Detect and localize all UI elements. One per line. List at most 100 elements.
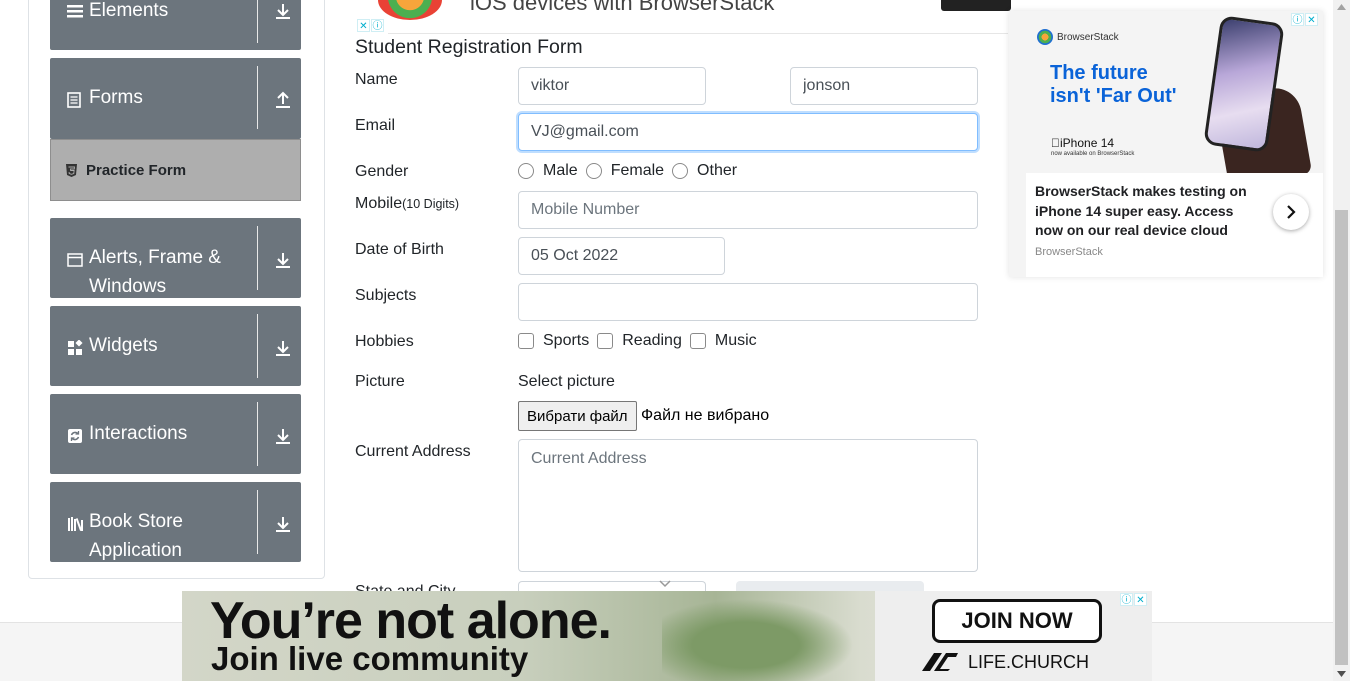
gender-label: Gender — [355, 163, 409, 180]
join-now-button[interactable]: JOIN NOW — [932, 599, 1102, 643]
top-ad-text[interactable]: iOS devices with BrowserStack — [470, 0, 774, 16]
sidebar-group-alerts-frame-windows[interactable]: Alerts, Frame & Windows — [50, 218, 301, 298]
hobbies-checkbox-group: Sports Reading Music — [518, 332, 765, 350]
ad-brand: BrowserStack — [1035, 246, 1103, 258]
mobile-input[interactable] — [518, 191, 978, 229]
lifechurch-logo-mark — [922, 653, 958, 671]
file-status-text: Файл не вибрано — [641, 407, 770, 424]
upload-arrow-icon — [274, 91, 292, 109]
dob-label: Date of Birth — [355, 241, 444, 258]
scrollbar-thumb[interactable] — [1335, 210, 1348, 665]
download-arrow-icon — [274, 251, 292, 269]
download-arrow-icon — [274, 427, 292, 445]
sidebar-group-book-store[interactable]: Book Store Application — [50, 482, 301, 562]
plant-image — [662, 591, 872, 681]
last-name-input[interactable] — [790, 67, 978, 105]
iphone-14-logo: iPhone 14 — [1051, 136, 1114, 150]
document-icon — [67, 92, 83, 108]
sidebar-group-widgets[interactable]: Widgets — [50, 306, 301, 386]
sidebar-group-title: Forms — [89, 87, 143, 108]
gender-radio-group: Male Female Other — [518, 162, 745, 180]
browserstack-logo — [378, 0, 442, 20]
radio-label: Female — [610, 162, 665, 179]
download-arrow-icon — [274, 515, 292, 533]
subjects-label: Subjects — [355, 287, 417, 304]
close-icon[interactable]: ✕ — [1305, 13, 1318, 26]
scroll-up-arrow-icon[interactable] — [1337, 4, 1346, 10]
download-arrow-icon — [274, 2, 292, 20]
ad-subline: Join live community — [211, 640, 529, 677]
product-subtext: now available on BrowserStack — [1051, 151, 1135, 157]
ad-body-text: BrowserStack makes testing on iPhone 14 … — [1035, 183, 1247, 238]
browserstack-logo: BrowserStack — [1037, 29, 1119, 45]
lifechurch-logo: LIFE.CHURCH — [920, 651, 1089, 673]
sidebar-item-label: Practice Form — [86, 161, 187, 179]
scroll-down-arrow-icon[interactable] — [1337, 671, 1346, 677]
top-ad-cta-button[interactable] — [941, 0, 1011, 11]
right-ad[interactable]: BrowserStack The future isn't 'Far Out' … — [1009, 11, 1323, 277]
ad-brand-logo-text: BrowserStack — [1057, 31, 1119, 43]
first-name-input[interactable] — [518, 67, 706, 105]
radio-circle[interactable] — [585, 163, 602, 179]
email-input[interactable] — [518, 113, 978, 151]
ad-headline-line2: isn't 'Far Out' — [1050, 85, 1177, 107]
product-name: iPhone 14 — [1051, 136, 1114, 150]
mobile-label-text: Mobile — [355, 195, 403, 212]
divider — [257, 402, 258, 466]
info-icon[interactable]: ⓘ — [1291, 13, 1304, 26]
sidebar-group-title-line2: Windows — [89, 276, 167, 297]
books-icon — [67, 516, 83, 532]
divider — [257, 66, 258, 129]
gender-radio-female[interactable]: Female — [585, 162, 665, 180]
page-title: Student Registration Form — [355, 36, 583, 58]
ad-headline-line1: The future — [1050, 62, 1148, 84]
current-address-textarea[interactable] — [518, 439, 978, 572]
info-icon[interactable]: ⓘ — [1120, 593, 1133, 606]
ad-headline: The future isn't 'Far Out' — [1050, 62, 1210, 108]
state-city-label: State and City — [355, 583, 456, 591]
gender-radio-male[interactable]: Male — [518, 162, 578, 180]
sidebar-group-forms[interactable]: Forms — [50, 58, 301, 139]
sync-icon — [67, 428, 83, 444]
date-of-birth-input[interactable] — [518, 237, 725, 275]
name-label: Name — [355, 71, 398, 88]
divider — [388, 33, 1008, 34]
radio-circle[interactable] — [518, 163, 534, 179]
right-ad-adchoices[interactable]: ⓘ ✕ — [1291, 13, 1318, 26]
hobby-checkbox-sports[interactable]: Sports — [518, 332, 589, 350]
checkbox-box[interactable] — [689, 333, 706, 349]
chevron-down-icon — [659, 580, 671, 588]
checkbox-box[interactable] — [597, 333, 614, 349]
close-icon[interactable]: ✕ — [357, 19, 370, 32]
divider — [257, 314, 258, 378]
sidebar-group-title-line2: Application — [89, 540, 182, 561]
choose-file-button[interactable]: Вибрати файл — [518, 401, 637, 431]
vertical-scrollbar[interactable] — [1333, 0, 1350, 681]
checkbox-box[interactable] — [518, 333, 534, 349]
radio-circle[interactable] — [672, 163, 689, 179]
info-icon[interactable]: ⓘ — [371, 19, 384, 32]
sidebar-group-title: Widgets — [89, 335, 158, 356]
sidebar-group-interactions[interactable]: Interactions — [50, 394, 301, 474]
hobbies-label: Hobbies — [355, 333, 414, 350]
ad-brand: LIFE.CHURCH — [968, 651, 1090, 672]
list-icon — [67, 3, 83, 19]
bottom-ad[interactable]: You’re not alone. Join live community JO… — [182, 591, 1152, 681]
sidebar-group-title-line1: Book Store — [89, 511, 183, 532]
browserstack-logo-mark — [1037, 29, 1053, 45]
sidebar-group-elements[interactable]: Elements — [50, 0, 301, 50]
gender-radio-other[interactable]: Other — [672, 162, 737, 180]
subjects-input[interactable] — [518, 283, 978, 321]
ad-next-button[interactable] — [1273, 194, 1309, 230]
html5-icon — [65, 163, 78, 177]
close-icon[interactable]: ✕ — [1134, 593, 1147, 606]
top-ad-adchoices[interactable]: ✕ ⓘ — [357, 19, 384, 32]
hobby-checkbox-reading[interactable]: Reading — [597, 332, 682, 350]
bottom-ad-adchoices[interactable]: ⓘ ✕ — [1120, 593, 1147, 606]
sidebar-group-title: Interactions — [89, 423, 188, 444]
sidebar-group-title-line1: Alerts, Frame & — [89, 247, 221, 268]
window-icon — [67, 252, 83, 268]
sidebar-item-practice-form[interactable]: Practice Form — [50, 139, 301, 201]
hobby-checkbox-music[interactable]: Music — [689, 332, 757, 350]
sidebar-group-title: Elements — [89, 0, 169, 21]
